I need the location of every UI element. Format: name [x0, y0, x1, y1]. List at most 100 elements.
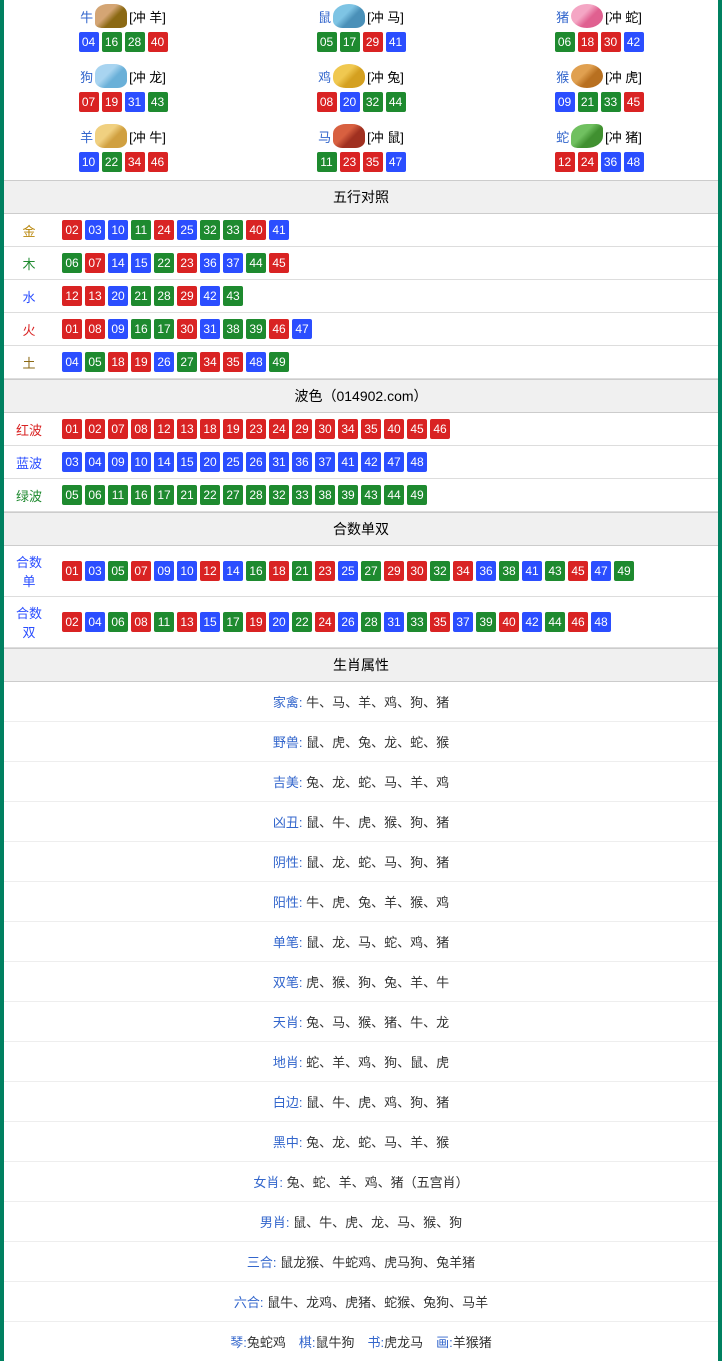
- number-chip: 42: [361, 452, 381, 472]
- prop-value: 鼠牛、龙鸡、虎猪、蛇猴、兔狗、马羊: [267, 1295, 488, 1310]
- prop-label: 女肖:: [253, 1175, 286, 1190]
- prop-label: 野兽:: [273, 735, 306, 750]
- number-chip: 14: [223, 561, 243, 581]
- number-chip: 12: [62, 286, 82, 306]
- number-chip: 35: [361, 419, 381, 439]
- number-chip: 45: [568, 561, 588, 581]
- number-chip: 12: [200, 561, 220, 581]
- number-chip: 38: [315, 485, 335, 505]
- number-chip: 28: [246, 485, 266, 505]
- number-chip: 30: [315, 419, 335, 439]
- prop-label: 天肖:: [273, 1015, 306, 1030]
- number-chip: 42: [200, 286, 220, 306]
- number-chip: 08: [317, 92, 337, 112]
- number-chip: 20: [269, 612, 289, 632]
- prop-label: 黑中:: [273, 1135, 306, 1150]
- prop-value: 鼠、牛、虎、鸡、狗、猪: [306, 1095, 449, 1110]
- prop-row: 凶丑: 鼠、牛、虎、猴、狗、猪: [4, 802, 718, 842]
- wuxing-table: 金02031011242532334041木060714152223363744…: [4, 214, 718, 379]
- prop-value: 兔、龙、蛇、马、羊、猴: [306, 1135, 449, 1150]
- number-chip: 11: [317, 152, 337, 172]
- number-chip: 33: [601, 92, 621, 112]
- number-chip: 48: [407, 452, 427, 472]
- prop-value: 鼠、龙、马、蛇、鸡、猪: [306, 935, 449, 950]
- number-chip: 29: [177, 286, 197, 306]
- number-chip: 38: [223, 319, 243, 339]
- zodiac-icon: [95, 4, 127, 28]
- number-chip: 44: [246, 253, 266, 273]
- zodiac-name: 鸡: [318, 67, 331, 86]
- number-chip: 36: [601, 152, 621, 172]
- number-chip: 25: [338, 561, 358, 581]
- number-chip: 40: [499, 612, 519, 632]
- zodiac-name: 马: [318, 127, 331, 146]
- table-row: 合数单0103050709101214161821232527293032343…: [4, 546, 718, 597]
- number-chip: 17: [154, 319, 174, 339]
- prop-row: 女肖: 兔、蛇、羊、鸡、猪（五宫肖）: [4, 1162, 718, 1202]
- number-chip: 39: [476, 612, 496, 632]
- zodiac-clash: [冲 虎]: [605, 67, 642, 86]
- zodiac-numbers: 05172941: [242, 32, 480, 52]
- zodiac-numbers: 10223446: [4, 152, 242, 172]
- number-chip: 18: [578, 32, 598, 52]
- number-chip: 07: [79, 92, 99, 112]
- prop-label: 白边:: [273, 1095, 306, 1110]
- prop-label: 单笔:: [273, 935, 306, 950]
- table-row: 绿波05061116172122272832333839434449: [4, 479, 718, 512]
- bottom-value: 虎龙马: [384, 1335, 436, 1350]
- number-chip: 47: [292, 319, 312, 339]
- row-label: 红波: [4, 413, 54, 446]
- bottom-label: 书:: [368, 1335, 385, 1350]
- prop-row: 三合: 鼠龙猴、牛蛇鸡、虎马狗、兔羊猪: [4, 1242, 718, 1282]
- number-chip: 21: [578, 92, 598, 112]
- zodiac-icon: [95, 124, 127, 148]
- zodiac-icon: [571, 4, 603, 28]
- row-numbers: 0103050709101214161821232527293032343638…: [54, 546, 718, 597]
- number-chip: 30: [407, 561, 427, 581]
- table-row: 蓝波03040910141520252631363741424748: [4, 446, 718, 479]
- number-chip: 22: [102, 152, 122, 172]
- number-chip: 39: [338, 485, 358, 505]
- row-numbers: 0204060811131517192022242628313335373940…: [54, 597, 718, 648]
- prop-label: 家禽:: [273, 695, 306, 710]
- number-chip: 40: [148, 32, 168, 52]
- number-chip: 22: [200, 485, 220, 505]
- number-chip: 04: [62, 352, 82, 372]
- zodiac-clash: [冲 猪]: [605, 127, 642, 146]
- number-chip: 34: [453, 561, 473, 581]
- number-chip: 44: [545, 612, 565, 632]
- prop-value: 鼠、虎、兔、龙、蛇、猴: [306, 735, 449, 750]
- number-chip: 42: [624, 32, 644, 52]
- zodiac-clash: [冲 马]: [367, 7, 404, 26]
- number-chip: 27: [223, 485, 243, 505]
- number-chip: 49: [407, 485, 427, 505]
- number-chip: 37: [223, 253, 243, 273]
- prop-label: 双笔:: [273, 975, 306, 990]
- number-chip: 17: [154, 485, 174, 505]
- number-chip: 29: [384, 561, 404, 581]
- props-list: 家禽: 牛、马、羊、鸡、狗、猪野兽: 鼠、虎、兔、龙、蛇、猴吉美: 兔、龙、蛇、…: [4, 682, 718, 1322]
- number-chip: 03: [62, 452, 82, 472]
- zodiac-numbers: 09213345: [480, 92, 718, 112]
- zodiac-name: 猪: [556, 7, 569, 26]
- number-chip: 33: [223, 220, 243, 240]
- zodiac-icon: [95, 64, 127, 88]
- number-chip: 29: [292, 419, 312, 439]
- number-chip: 02: [85, 419, 105, 439]
- number-chip: 14: [108, 253, 128, 273]
- zodiac-cell: 牛[冲 羊]04162840: [4, 0, 242, 60]
- number-chip: 31: [269, 452, 289, 472]
- number-chip: 24: [315, 612, 335, 632]
- number-chip: 41: [386, 32, 406, 52]
- number-chip: 10: [131, 452, 151, 472]
- number-chip: 34: [125, 152, 145, 172]
- row-label: 蓝波: [4, 446, 54, 479]
- number-chip: 42: [522, 612, 542, 632]
- number-chip: 26: [154, 352, 174, 372]
- number-chip: 32: [363, 92, 383, 112]
- number-chip: 36: [200, 253, 220, 273]
- number-chip: 35: [223, 352, 243, 372]
- prop-row: 阳性: 牛、虎、兔、羊、猴、鸡: [4, 882, 718, 922]
- number-chip: 45: [407, 419, 427, 439]
- bottom-label: 画:: [436, 1335, 453, 1350]
